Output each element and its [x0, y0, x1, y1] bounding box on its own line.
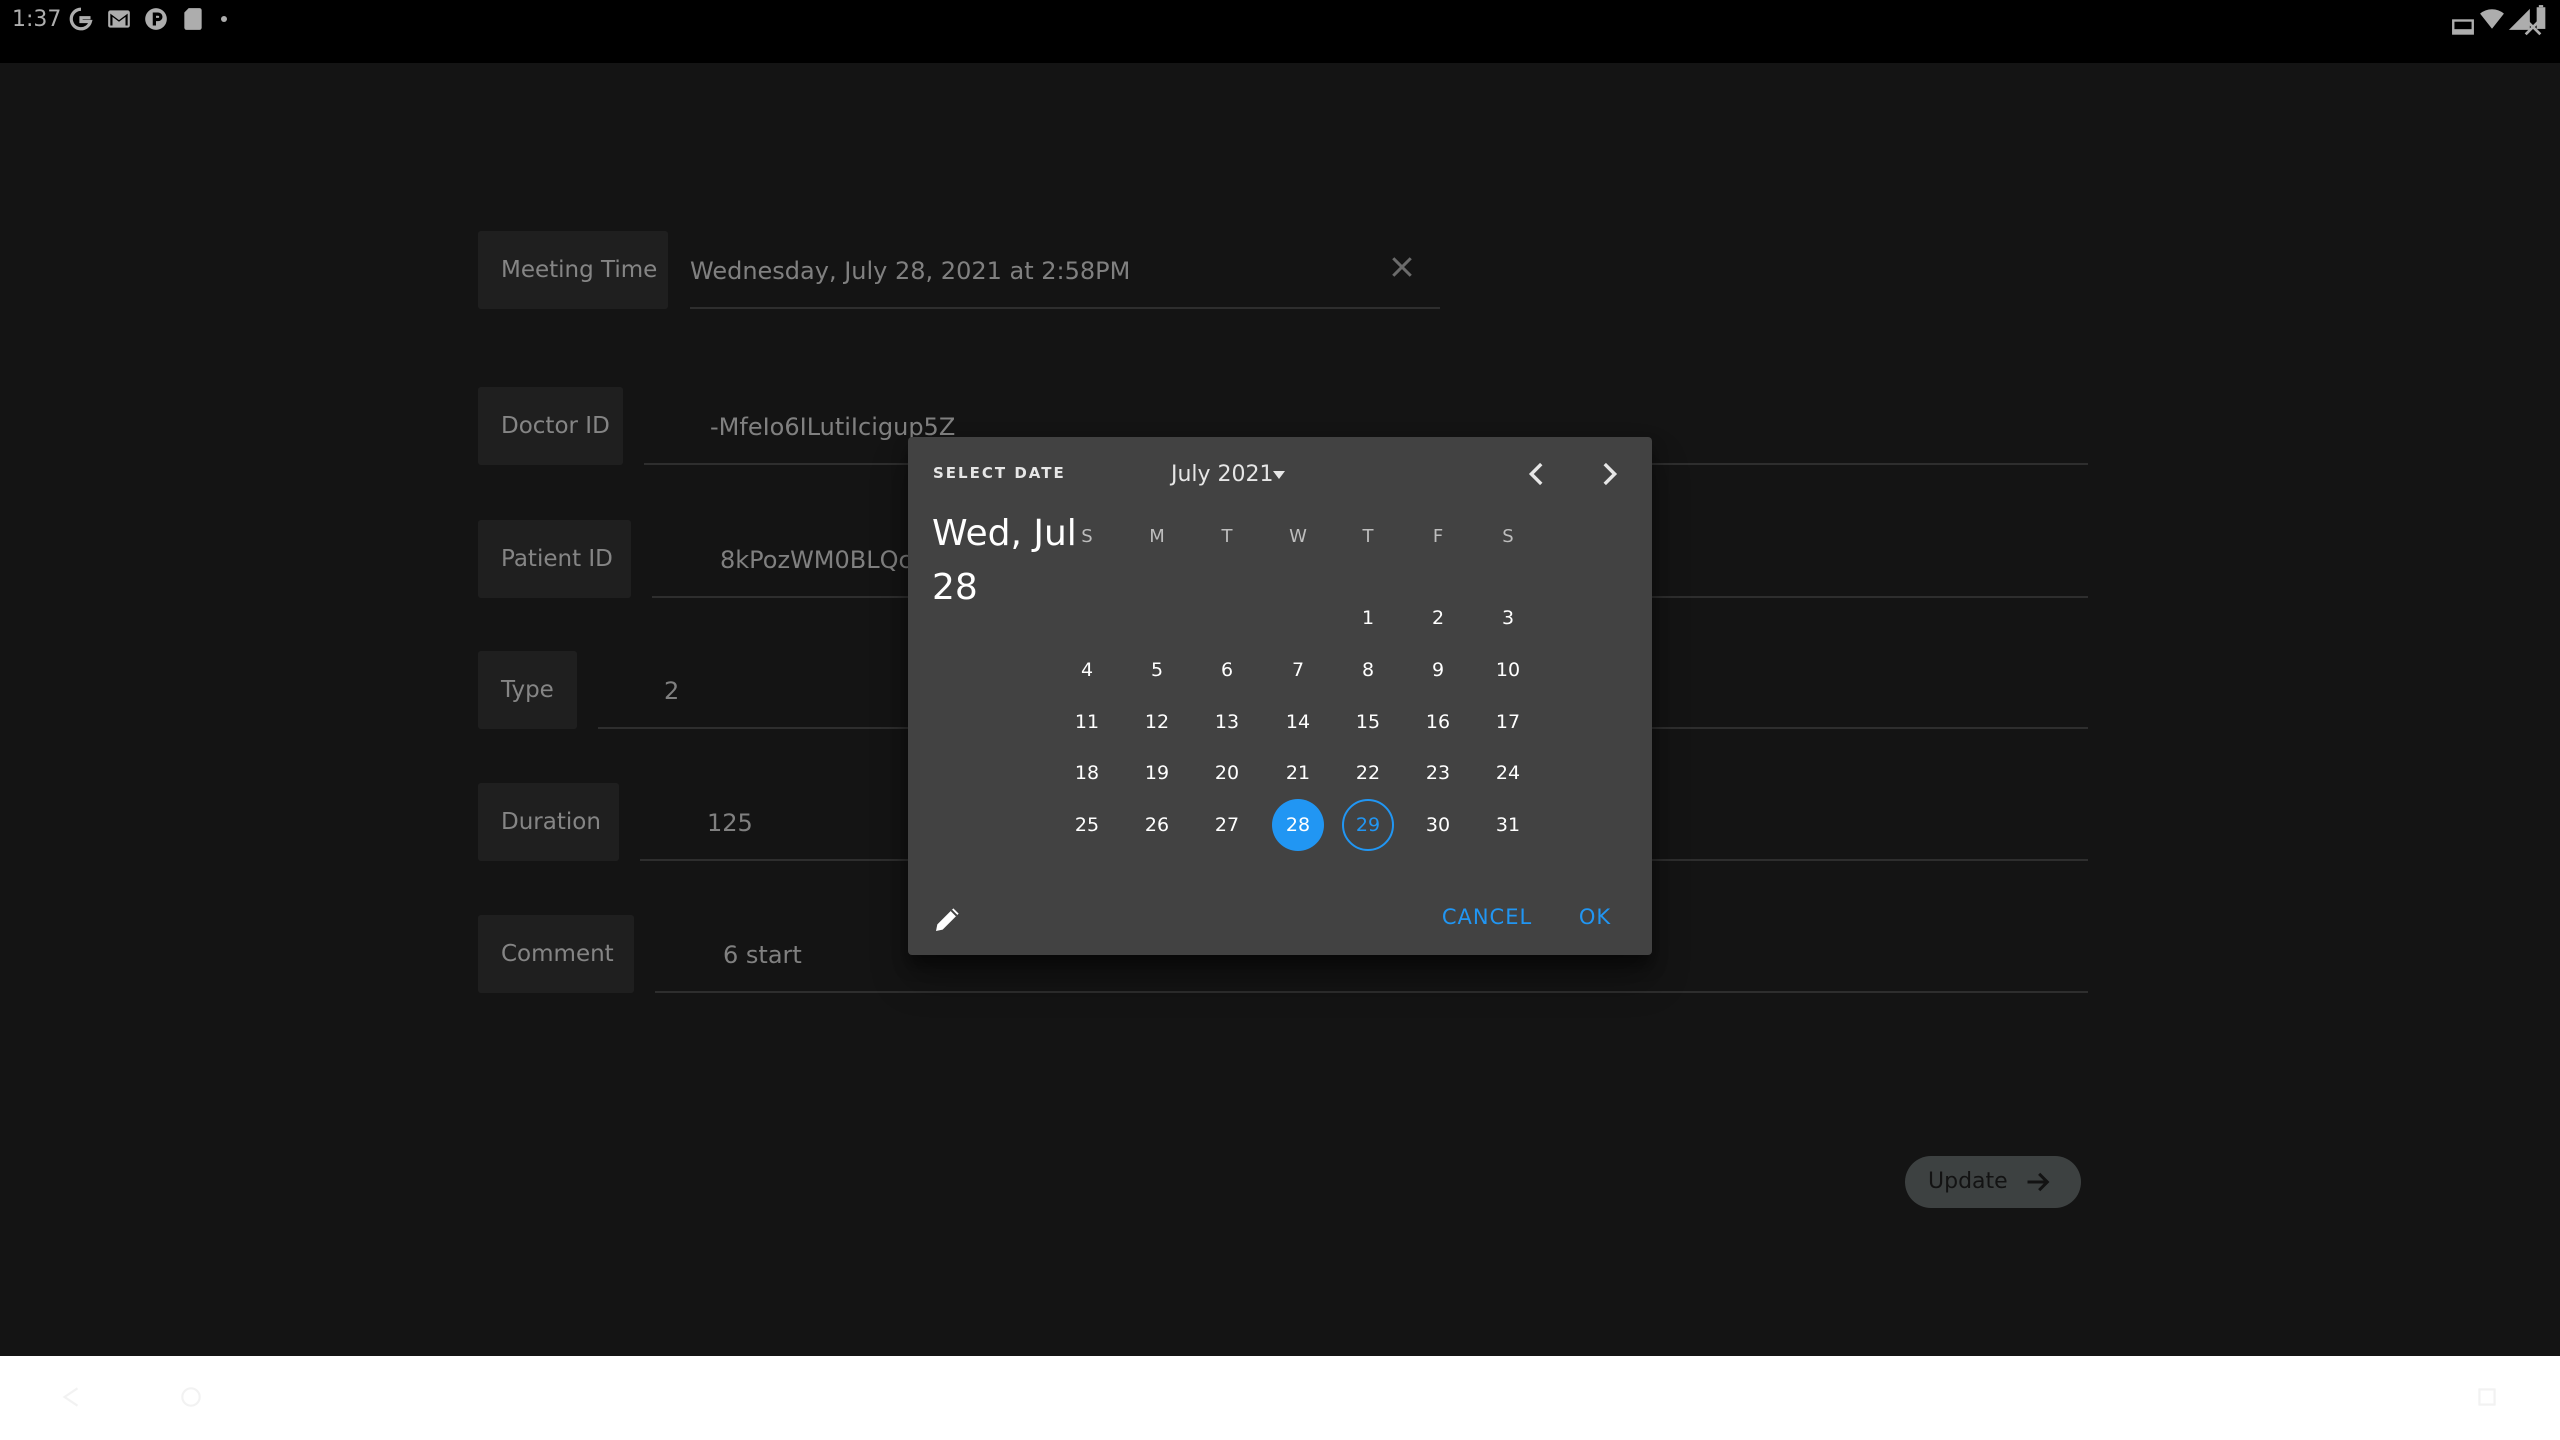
- month-year-selector[interactable]: July 2021: [1171, 460, 1274, 490]
- calendar-day[interactable]: 12: [1131, 696, 1183, 748]
- weekday-label: F: [1432, 526, 1444, 547]
- calendar-day[interactable]: 10: [1482, 644, 1534, 696]
- calendar-day[interactable]: 8: [1342, 644, 1394, 696]
- calendar-day[interactable]: 27: [1201, 799, 1253, 851]
- calendar-day[interactable]: 7: [1272, 644, 1324, 696]
- calendar-day[interactable]: 21: [1272, 747, 1324, 799]
- cancel-button[interactable]: CANCEL: [1425, 892, 1549, 942]
- calendar-day[interactable]: 22: [1342, 747, 1394, 799]
- calendar-day[interactable]: 23: [1412, 747, 1464, 799]
- calendar-day[interactable]: 14: [1272, 696, 1324, 748]
- weekday-label: T: [1362, 526, 1374, 547]
- weekday-label: S: [1502, 526, 1514, 547]
- calendar-day[interactable]: 18: [1061, 747, 1113, 799]
- ok-button[interactable]: OK: [1562, 892, 1628, 942]
- calendar-day[interactable]: 20: [1201, 747, 1253, 799]
- select-date-label: SELECT DATE: [933, 464, 1066, 482]
- weekday-label: S: [1081, 526, 1093, 547]
- calendar-day[interactable]: 15: [1342, 696, 1394, 748]
- calendar-day[interactable]: 17: [1482, 696, 1534, 748]
- dropdown-arrow-icon[interactable]: [1271, 469, 1287, 481]
- selected-date-heading: Wed, Jul 28: [932, 513, 1077, 608]
- home-icon[interactable]: [178, 1384, 204, 1410]
- calendar-day[interactable]: 30: [1412, 799, 1464, 851]
- calendar-day[interactable]: 4: [1061, 644, 1113, 696]
- calendar-day[interactable]: 31: [1482, 799, 1534, 851]
- weekday-label: M: [1149, 526, 1165, 547]
- calendar-day[interactable]: 11: [1061, 696, 1113, 748]
- screen: 1:37 Meeting Time Wednesday, July 28, 20…: [0, 0, 2560, 1440]
- chevron-right-icon[interactable]: [1592, 457, 1626, 491]
- weekday-label: W: [1289, 526, 1307, 547]
- navigation-bar: [0, 1356, 2560, 1440]
- weekday-label: T: [1221, 526, 1233, 547]
- calendar-day[interactable]: 16: [1412, 696, 1464, 748]
- calendar-day[interactable]: 25: [1061, 799, 1113, 851]
- calendar-day[interactable]: 2: [1412, 592, 1464, 644]
- calendar-day[interactable]: 5: [1131, 644, 1183, 696]
- calendar-day[interactable]: 26: [1131, 799, 1183, 851]
- chevron-left-icon[interactable]: [1520, 457, 1554, 491]
- recents-icon[interactable]: [2474, 1384, 2500, 1410]
- calendar-day[interactable]: 1: [1342, 592, 1394, 644]
- calendar-day[interactable]: 3: [1482, 592, 1534, 644]
- calendar-day[interactable]: 19: [1131, 747, 1183, 799]
- calendar-day[interactable]: 13: [1201, 696, 1253, 748]
- calendar-day[interactable]: 24: [1482, 747, 1534, 799]
- calendar-day[interactable]: 9: [1412, 644, 1464, 696]
- calendar-day-selected[interactable]: 28: [1272, 799, 1324, 851]
- back-icon[interactable]: [58, 1384, 84, 1410]
- calendar-day-today[interactable]: 29: [1342, 799, 1394, 851]
- date-picker-dialog: SELECT DATE Wed, Jul 28 July 2021 CANCEL…: [908, 437, 1652, 955]
- calendar-day[interactable]: 6: [1201, 644, 1253, 696]
- pencil-icon[interactable]: [932, 903, 964, 935]
